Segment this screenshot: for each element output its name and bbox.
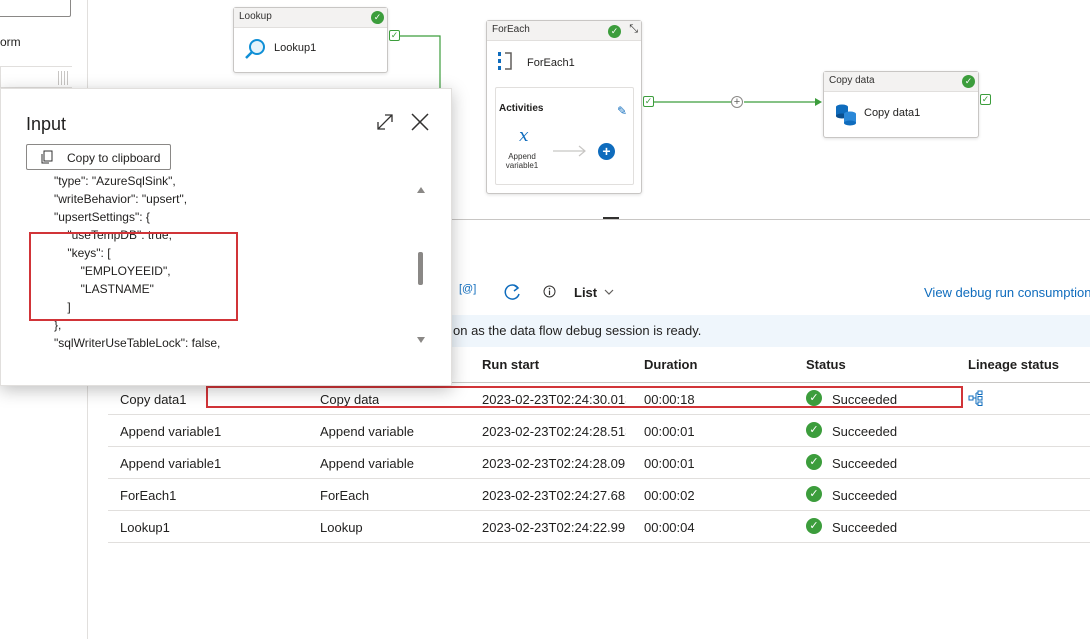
column-header-status[interactable]: Status (806, 357, 846, 372)
left-panel-label: orm (0, 35, 21, 49)
variable-icon: x (519, 126, 529, 146)
activity-name-cell[interactable]: ForEach1 (120, 488, 176, 503)
copy-icon (41, 150, 53, 164)
info-message-text: on as the data flow debug session is rea… (453, 323, 702, 338)
foreach-activity-name: ForEach1 (527, 57, 575, 69)
duration-cell: 00:00:02 (644, 488, 695, 503)
pane-divider (451, 219, 1090, 220)
resize-handle[interactable] (603, 217, 619, 219)
foreach-activity-type: ForEach (492, 24, 530, 35)
copy-data-activity[interactable]: Copy data ✓ Copy data1 (823, 71, 979, 138)
success-icon: ✓ (806, 422, 822, 438)
lookup-activity-name: Lookup1 (274, 42, 317, 54)
duration-cell: 00:00:01 (644, 456, 695, 471)
scrollbar-thumb[interactable] (418, 252, 423, 285)
check-icon: ✓ (371, 11, 384, 24)
run-start-cell: 2023-02-23T02:24:28.513 (482, 424, 626, 439)
info-message-bar: on as the data flow debug session is rea… (451, 315, 1090, 347)
lookup-success-output[interactable]: ✓ (389, 30, 400, 41)
run-start-cell: 2023-02-23T02:24:28.091 (482, 456, 626, 471)
grip-icon (58, 71, 68, 85)
success-icon: ✓ (806, 454, 822, 470)
chevron-down-icon[interactable] (604, 288, 614, 296)
activity-type-cell: Lookup (320, 520, 363, 535)
activity-name-cell[interactable]: Append variable1 (120, 424, 221, 439)
foreach-success-output[interactable]: ✓ (643, 96, 654, 107)
column-header-lineage-status[interactable]: Lineage status (968, 357, 1059, 372)
activity-type-cell: Append variable (320, 424, 414, 439)
view-debug-run-consumption-link[interactable]: View debug run consumption (924, 285, 1090, 300)
code-line: "upsertSettings": { (54, 210, 150, 224)
copy-data-activity-type: Copy data (829, 75, 875, 86)
lookup-activity[interactable]: Lookup ✓ Lookup1 (233, 7, 388, 73)
lookup-activity-header: Lookup ✓ (234, 8, 387, 28)
arrow-right-icon (553, 145, 586, 157)
highlight-box-row (206, 386, 963, 408)
connector-plus-icon[interactable]: + (731, 96, 743, 108)
activity-name-cell[interactable]: Lookup1 (120, 520, 170, 535)
mention-icon[interactable]: [@] (459, 283, 476, 295)
column-header-run-start[interactable]: Run start (482, 357, 539, 372)
copy-data-activity-name: Copy data1 (864, 107, 921, 119)
foreach-icon (498, 52, 512, 70)
copy-to-clipboard-button[interactable]: Copy to clipboard (26, 144, 171, 170)
foreach-activity-header: ForEach ✓ ⤡ (487, 21, 641, 41)
database-icon (836, 104, 856, 126)
code-line: "sqlWriterUseTableLock": false, (54, 336, 221, 350)
foreach-activity[interactable]: ForEach ✓ ⤡ ForEach1 Activities ✎ x Appe… (486, 20, 642, 194)
scroll-down-icon[interactable] (417, 337, 425, 343)
code-line: "type": "AzureSqlSink", (54, 174, 176, 188)
activities-title: Activities (499, 103, 544, 114)
run-start-cell: 2023-02-23T02:24:22.991 (482, 520, 626, 535)
left-panel-input[interactable] (0, 0, 71, 17)
lookup-activity-type: Lookup (239, 11, 272, 22)
copy-data-activity-header: Copy data ✓ (824, 72, 978, 92)
activity-type-cell: ForEach (320, 488, 370, 503)
dialog-title: Input (26, 114, 67, 134)
refresh-icon[interactable] (502, 282, 522, 302)
activity-name-cell[interactable]: Copy data1 (120, 392, 187, 407)
activity-type-cell: Append variable (320, 456, 414, 471)
activity-name-cell[interactable]: Append variable1 (120, 456, 221, 471)
scroll-up-icon[interactable] (417, 187, 425, 193)
copy-button-label: Copy to clipboard (67, 151, 161, 165)
info-icon[interactable] (543, 285, 556, 298)
run-start-cell: 2023-02-23T02:24:27.685 (482, 488, 626, 503)
collapse-icon[interactable]: ⤡ (629, 23, 638, 36)
table-row[interactable]: Lookup1 Lookup 2023-02-23T02:24:22.991 0… (108, 511, 1090, 543)
close-icon[interactable] (410, 112, 430, 132)
search-icon (245, 39, 265, 59)
lineage-icon[interactable] (968, 390, 986, 406)
copy-data-success-output[interactable]: ✓ (980, 94, 991, 105)
success-icon: ✓ (806, 518, 822, 534)
left-panel-scroll[interactable] (0, 66, 72, 88)
table-row[interactable]: Append variable1 Append variable 2023-02… (108, 415, 1090, 447)
duration-cell: 00:00:01 (644, 424, 695, 439)
success-icon: ✓ (806, 486, 822, 502)
code-line: "writeBehavior": "upsert", (54, 192, 188, 206)
highlight-box-keys (29, 232, 238, 321)
status-cell: Succeeded (832, 520, 898, 535)
table-row[interactable]: Append variable1 Append variable 2023-02… (108, 447, 1090, 479)
view-mode-dropdown[interactable]: List (574, 285, 597, 300)
duration-cell: 00:00:04 (644, 520, 695, 535)
status-cell: Succeeded (832, 456, 898, 471)
status-cell: Succeeded (832, 424, 898, 439)
check-icon: ✓ (608, 25, 621, 38)
foreach-activities-container[interactable]: Activities ✎ x Append variable1 + (495, 87, 634, 185)
add-activity-button[interactable]: + (598, 143, 615, 160)
append-variable-activity[interactable]: Append variable1 (502, 152, 542, 170)
column-header-duration[interactable]: Duration (644, 357, 697, 372)
check-icon: ✓ (962, 75, 975, 88)
expand-icon[interactable] (375, 112, 395, 132)
table-row[interactable]: ForEach1 ForEach 2023-02-23T02:24:27.685… (108, 479, 1090, 511)
input-dialog: Input Copy to clipboard "type": "AzureSq… (0, 88, 452, 386)
edit-icon[interactable]: ✎ (617, 104, 627, 118)
status-cell: Succeeded (832, 488, 898, 503)
